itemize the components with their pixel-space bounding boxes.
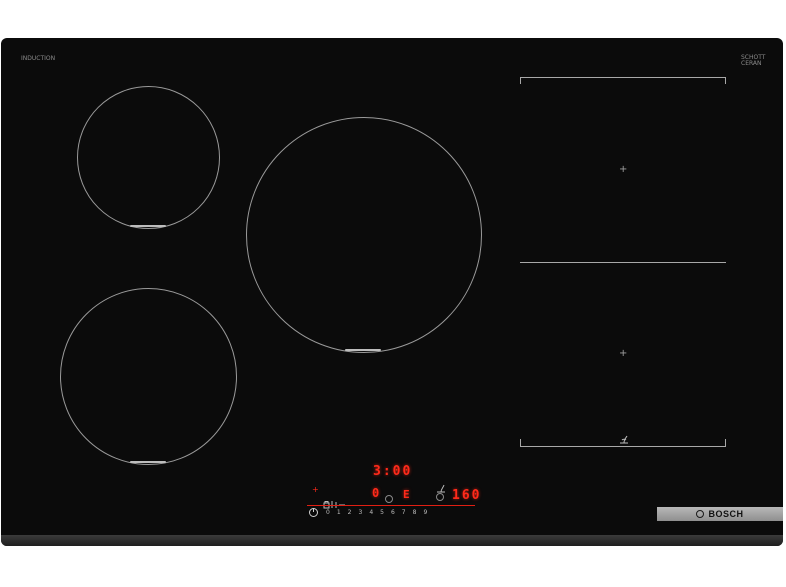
plus-minus-icon[interactable]: +: [312, 486, 319, 494]
lock-icon[interactable]: [323, 494, 347, 509]
temperature-preset-icon[interactable]: [436, 493, 444, 501]
move-mode-icon: [618, 429, 630, 444]
temperature-display: 160: [452, 488, 482, 503]
flex-zone-bottom-left-tick: [520, 439, 521, 446]
power-level-2[interactable]: 2: [348, 510, 352, 516]
power-level-4[interactable]: 4: [369, 510, 373, 516]
power-level-1[interactable]: 1: [337, 510, 341, 516]
flex-zone-top-right-tick: [725, 77, 726, 84]
flex-zone-divider: [520, 262, 726, 263]
glass-brand-label-line2: CERAN: [741, 60, 762, 67]
flex-zone-top-line: [520, 77, 726, 78]
timer-display: 3:00: [373, 464, 413, 479]
brand-logo-icon: [696, 510, 705, 518]
flex-zone-bottom-right-tick: [725, 439, 726, 446]
power-level-5[interactable]: 5: [380, 510, 384, 516]
induction-label: INDUCTION: [21, 55, 56, 62]
cooking-zone-front-left[interactable]: [60, 288, 237, 465]
pan-sensor-icon[interactable]: [385, 495, 393, 503]
power-icon[interactable]: [309, 508, 318, 517]
zone-marker-rear-left: [130, 225, 166, 227]
zone-status-indicator: E: [403, 488, 412, 501]
power-level-9[interactable]: 9: [423, 510, 427, 516]
power-level-7[interactable]: 7: [402, 510, 406, 516]
power-scale[interactable]: 0 1 2 3 4 5 6 7 8 9: [326, 510, 427, 516]
brand-badge: BOSCH: [657, 507, 783, 521]
power-level-3[interactable]: 3: [358, 510, 362, 516]
cooking-zone-center[interactable]: [246, 117, 482, 353]
cooking-zone-rear-left[interactable]: [77, 86, 220, 229]
zone-marker-front-left: [130, 461, 166, 463]
flex-zone-bottom-line: [520, 446, 726, 447]
power-slider-track[interactable]: [307, 505, 475, 506]
power-level-8[interactable]: 8: [413, 510, 417, 516]
flex-zone-right[interactable]: + +: [520, 77, 726, 447]
flex-zone-top-left-tick: [520, 77, 521, 84]
zone-power-display: 0: [372, 486, 382, 500]
zone-marker-center: [345, 349, 381, 351]
brand-name: BOSCH: [708, 509, 744, 519]
power-level-6[interactable]: 6: [391, 510, 395, 516]
power-level-0[interactable]: 0: [326, 510, 330, 516]
frying-sensor-icon[interactable]: [436, 478, 446, 493]
flex-zone-rear-center-mark: +: [619, 164, 628, 175]
cooktop-frame: [1, 535, 783, 546]
flex-zone-front-center-mark: +: [619, 348, 628, 359]
